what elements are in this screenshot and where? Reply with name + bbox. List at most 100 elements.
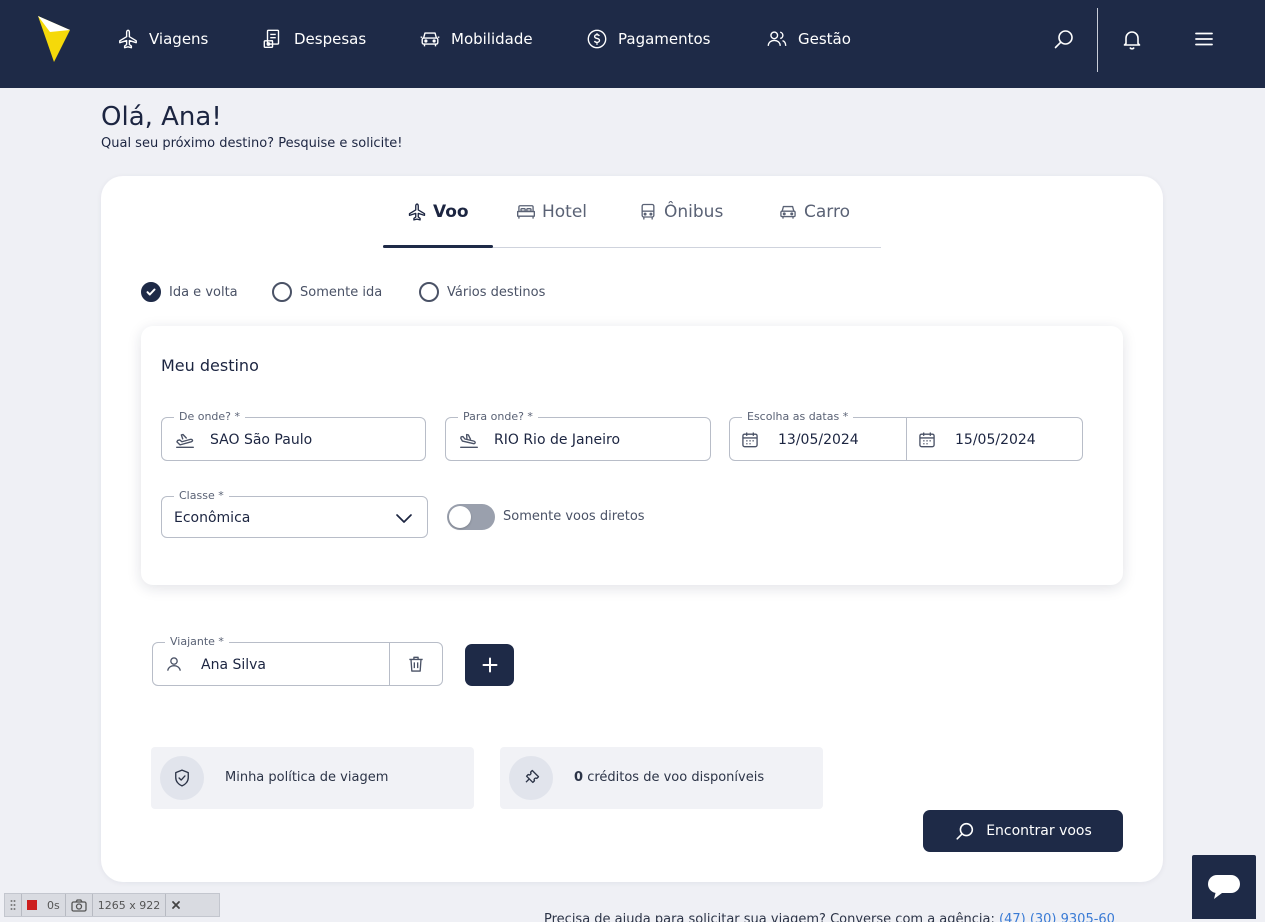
flight-credits-box[interactable]: 0 créditos de voo disponíveis xyxy=(500,747,823,809)
ticket-icon xyxy=(525,769,540,784)
date-divider xyxy=(906,418,907,460)
tab-active-indicator xyxy=(383,245,493,248)
radio-label: Vários destinos xyxy=(447,284,546,300)
receipt-icon xyxy=(263,29,280,48)
travel-policy-label: Minha política de viagem xyxy=(225,770,389,785)
recorder-stop-button[interactable]: 0s xyxy=(22,894,66,916)
end-date-value[interactable]: 15/05/2024 xyxy=(955,431,1036,449)
recorder-time: 0s xyxy=(47,898,60,912)
credits-label: créditos de voo disponíveis xyxy=(587,770,765,785)
destination-title: Meu destino xyxy=(161,356,259,375)
bus-icon xyxy=(641,203,655,220)
agency-phone-link[interactable]: (47) (30) 9305-60 xyxy=(999,912,1115,922)
nav-item-label: Viagens xyxy=(149,30,209,48)
recorder-size: 1265 x 922 xyxy=(93,894,167,916)
recorder-toolbar: 0s 1265 x 922 xyxy=(4,893,220,917)
search-icon[interactable] xyxy=(1052,27,1076,51)
stop-icon xyxy=(27,900,37,910)
traveler-value: Ana Silva xyxy=(201,657,267,673)
chat-icon xyxy=(1208,875,1240,899)
tab-hotel[interactable]: Hotel xyxy=(516,199,587,225)
page-subtitle: Qual seu próximo destino? Pesquise e sol… xyxy=(101,136,403,151)
page-title: Olá, Ana! xyxy=(101,102,222,132)
destination-label: Para onde? * xyxy=(458,410,538,424)
recorder-close-button[interactable] xyxy=(166,894,186,916)
add-traveler-button[interactable] xyxy=(465,644,514,686)
bed-icon xyxy=(517,205,535,219)
footer-help-text: Precisa de ajuda para solicitar sua viag… xyxy=(544,912,1115,922)
tab-onibus[interactable]: Ônibus xyxy=(638,199,723,225)
nav-item-pagamentos[interactable]: Pagamentos xyxy=(586,26,711,52)
nav-item-despesas[interactable]: Despesas xyxy=(262,26,366,52)
class-value: Econômica xyxy=(174,510,251,526)
direct-flights-toggle[interactable] xyxy=(447,504,495,530)
find-flights-button[interactable]: Encontrar voos xyxy=(923,810,1123,852)
radio-checked-icon xyxy=(141,282,161,302)
nav-item-label: Gestão xyxy=(798,30,851,48)
class-label: Classe * xyxy=(174,489,229,503)
plane-icon xyxy=(119,29,137,49)
destination-field[interactable]: Para onde? * RIO Rio de Janeiro xyxy=(445,410,711,461)
radio-label: Ida e volta xyxy=(169,284,238,300)
info-icon-circle xyxy=(160,756,204,800)
radio-unchecked-icon xyxy=(419,282,439,302)
toggle-knob xyxy=(449,506,471,528)
radio-somente-ida[interactable]: Somente ida xyxy=(272,281,382,303)
travel-policy-box[interactable]: Minha política de viagem xyxy=(151,747,474,809)
search-icon xyxy=(956,822,974,840)
calendar-icon xyxy=(742,432,758,448)
nav-item-mobilidade[interactable]: Mobilidade xyxy=(419,26,533,52)
plane-arrival-icon xyxy=(460,433,478,449)
tab-label: Hotel xyxy=(542,202,588,222)
nav-item-label: Pagamentos xyxy=(618,30,711,48)
chevron-down-icon xyxy=(396,514,412,523)
users-icon xyxy=(767,31,787,46)
dollar-icon xyxy=(587,29,607,49)
nav-item-label: Despesas xyxy=(294,30,367,48)
find-flights-label: Encontrar voos xyxy=(986,823,1092,839)
origin-field[interactable]: De onde? * SAO São Paulo xyxy=(161,410,426,461)
app-logo[interactable] xyxy=(36,14,72,64)
radio-ida-e-volta[interactable]: Ida e volta xyxy=(141,281,238,303)
remove-traveler-button[interactable] xyxy=(390,644,442,684)
bell-icon[interactable] xyxy=(1120,27,1144,51)
close-icon xyxy=(172,901,181,909)
info-icon-circle xyxy=(509,756,553,800)
recorder-screenshot-button[interactable] xyxy=(66,894,93,916)
calendar-icon xyxy=(919,432,935,448)
nav-item-label: Mobilidade xyxy=(451,30,533,48)
drag-handle-icon xyxy=(10,900,16,910)
radio-label: Somente ida xyxy=(300,284,383,300)
recorder-drag-handle[interactable] xyxy=(5,894,22,916)
chat-widget-button[interactable] xyxy=(1192,855,1256,919)
destination-value: RIO Rio de Janeiro xyxy=(494,432,621,448)
tab-label: Ônibus xyxy=(664,202,724,222)
plane-icon xyxy=(408,203,426,221)
topbar-divider xyxy=(1097,8,1098,72)
camera-icon xyxy=(71,898,87,912)
origin-value: SAO São Paulo xyxy=(210,432,313,448)
radio-varios-destinos[interactable]: Vários destinos xyxy=(419,281,545,303)
nav-item-viagens[interactable]: Viagens xyxy=(117,26,208,52)
car-icon xyxy=(780,205,796,219)
trash-icon xyxy=(409,656,423,672)
tab-label: Voo xyxy=(433,202,469,222)
direct-flights-label: Somente voos diretos xyxy=(503,509,645,524)
tab-carro[interactable]: Carro xyxy=(778,199,850,225)
radio-unchecked-icon xyxy=(272,282,292,302)
top-navigation-bar: Viagens Despesas Mobilidade Pagamentos G… xyxy=(0,0,1265,88)
start-date-value[interactable]: 13/05/2024 xyxy=(778,431,859,449)
menu-icon[interactable] xyxy=(1192,27,1216,51)
class-select[interactable]: Classe * Econômica xyxy=(161,489,428,538)
nav-item-gestao[interactable]: Gestão xyxy=(766,26,851,52)
tab-label: Carro xyxy=(804,202,850,222)
credits-count: 0 xyxy=(574,770,584,785)
tab-voo[interactable]: Voo xyxy=(407,199,469,225)
shield-check-icon xyxy=(175,769,189,787)
help-text: Precisa de ajuda para solicitar sua viag… xyxy=(544,912,995,922)
plane-departure-icon xyxy=(176,433,194,449)
origin-label: De onde? * xyxy=(174,410,246,424)
traveler-label: Viajante * xyxy=(165,635,229,649)
plus-icon xyxy=(482,657,497,673)
dates-label: Escolha as datas * xyxy=(742,410,854,424)
